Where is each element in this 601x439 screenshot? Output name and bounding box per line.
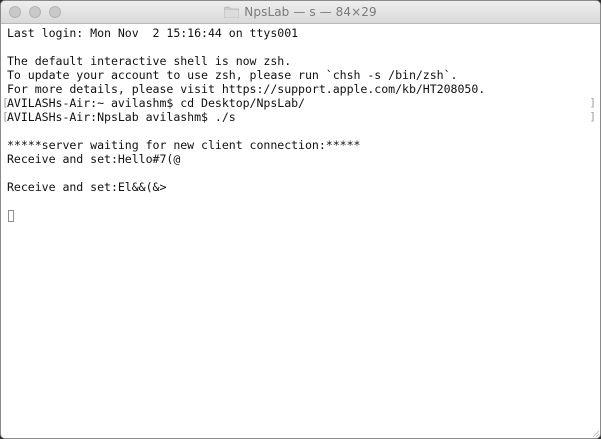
prompt-mark-right: ] [589, 96, 596, 109]
prompt-mark: [ [2, 96, 9, 109]
resize-handle-icon[interactable] [590, 428, 600, 438]
terminal-line: AVILASHs-Air:~ avilashm$ cd Desktop/NpsL… [7, 96, 305, 110]
title-container: NpsLab — s — 84×29 [1, 1, 600, 23]
title-bar[interactable]: NpsLab — s — 84×29 [1, 1, 600, 24]
folder-icon [224, 6, 240, 18]
block-cursor-icon [8, 210, 14, 222]
terminal-line: *****server waiting for new client conne… [7, 138, 361, 152]
terminal-line: For more details, please visit https://s… [7, 82, 486, 96]
prompt-mark-right: ] [589, 110, 596, 123]
terminal-content[interactable]: Last login: Mon Nov 2 15:16:44 on ttys00… [1, 24, 600, 438]
terminal-line: AVILASHs-Air:NpsLab avilashm$ ./s [7, 110, 236, 124]
terminal-window: NpsLab — s — 84×29 Last login: Mon Nov 2… [0, 0, 601, 439]
prompt-mark: [ [2, 110, 9, 123]
window-title: NpsLab — s — 84×29 [244, 5, 377, 19]
terminal-line: To update your account to use zsh, pleas… [7, 68, 458, 82]
terminal-line: Receive and set:Hello#7(@ [7, 152, 181, 166]
terminal-line: The default interactive shell is now zsh… [7, 54, 292, 68]
terminal-line: Receive and set:El&&(&> [7, 180, 167, 194]
terminal-line: Last login: Mon Nov 2 15:16:44 on ttys00… [7, 26, 299, 40]
